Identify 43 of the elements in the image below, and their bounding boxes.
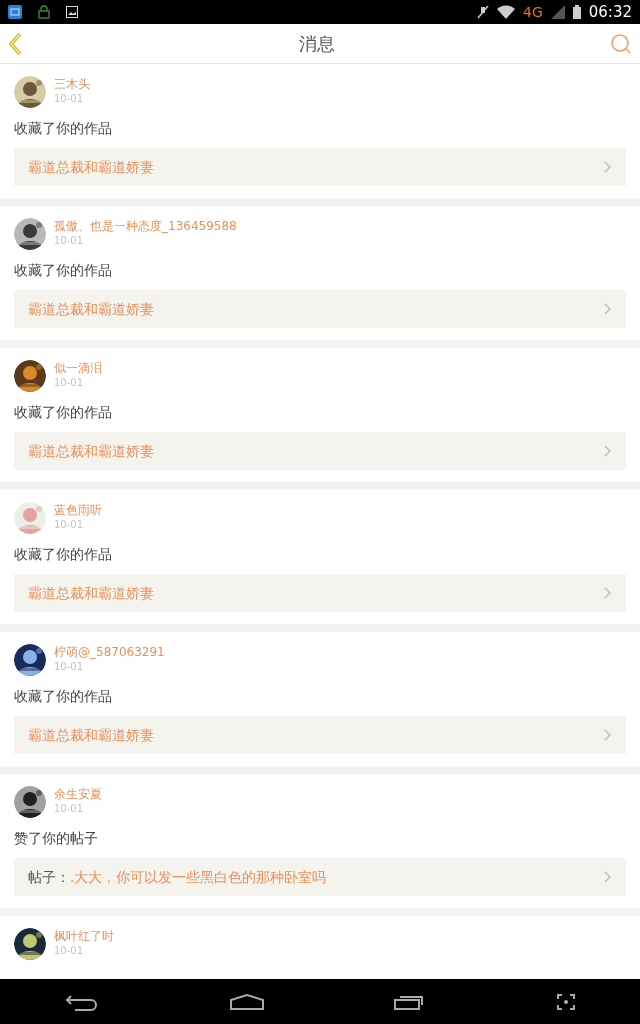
work-link[interactable]: 帖子：.大大，你可以发一些黑白色的那种卧室吗 <box>14 858 626 896</box>
chevron-icon <box>604 445 612 457</box>
date-label: 10-01 <box>54 92 85 106</box>
user-name[interactable]: 似一滴泪 <box>54 360 102 376</box>
battery-icon <box>572 5 581 19</box>
user-name[interactable]: 枫叶红了时 <box>54 928 114 944</box>
action-text: 收藏了你的作品 <box>14 260 112 280</box>
screenshot-icon[interactable] <box>556 993 575 1010</box>
date-label: 10-01 <box>54 944 85 958</box>
date-label: 10-01 <box>54 802 85 816</box>
work-link[interactable]: 霸道总裁和霸道娇妻 <box>14 290 626 328</box>
lock-icon <box>38 5 50 19</box>
signal-icon <box>550 5 565 19</box>
work-link[interactable]: 霸道总裁和霸道娇妻 <box>14 432 626 470</box>
chevron-icon <box>604 161 612 173</box>
page-title: 消息 <box>299 32 335 56</box>
wifi-icon <box>497 5 515 19</box>
work-link[interactable]: 霸道总裁和霸道娇妻 <box>14 574 626 612</box>
user-name[interactable]: 三木头 <box>54 76 90 92</box>
user-name[interactable]: 余生安夏 <box>54 786 102 802</box>
user-name[interactable]: 柠萌@_587063291 <box>54 644 165 660</box>
action-text: 收藏了你的作品 <box>14 686 112 706</box>
clock: 06:32 <box>588 1 632 23</box>
chevron-icon <box>604 871 612 883</box>
date-label: 10-01 <box>54 518 85 532</box>
work-link[interactable]: 霸道总裁和霸道娇妻 <box>14 716 626 754</box>
action-text: 收藏了你的作品 <box>14 544 112 564</box>
date-label: 10-01 <box>54 376 85 390</box>
home-icon[interactable] <box>229 993 264 1010</box>
action-text: 收藏了你的作品 <box>14 402 112 422</box>
action-text: 赞了你的帖子 <box>14 828 98 848</box>
user-name[interactable]: 蓝色雨听 <box>54 502 102 518</box>
network-label: 4G <box>523 2 543 22</box>
date-label: 10-01 <box>54 234 85 248</box>
chevron-icon <box>604 729 612 741</box>
chevron-icon <box>604 587 612 599</box>
back-icon[interactable] <box>65 992 100 1011</box>
work-link[interactable]: 霸道总裁和霸道娇妻 <box>14 148 626 186</box>
image-icon <box>66 6 78 18</box>
action-text: 收藏了你的作品 <box>14 118 112 138</box>
chevron-icon <box>604 303 612 315</box>
user-name[interactable]: 孤傲、也是一种态度_136459588 <box>54 218 237 234</box>
date-label: 10-01 <box>54 660 85 674</box>
